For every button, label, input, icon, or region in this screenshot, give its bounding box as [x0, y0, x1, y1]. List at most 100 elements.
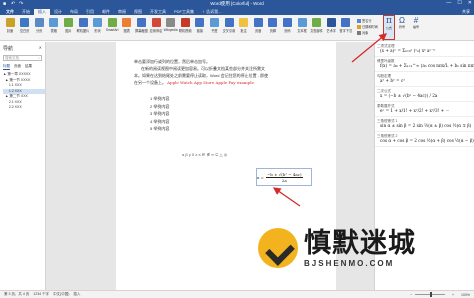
quadratic-formula-box[interactable]: x = −b ± √(b² − 4ac) 2a: [256, 168, 312, 186]
equation-item[interactable]: (x + a)ⁿ = Σₖ₌₀ⁿ (ⁿₖ) xᵏ aⁿ⁻ᵏ: [375, 47, 474, 57]
equation-item[interactable]: eˣ = 1 + x/1! + x²/2! + x³/3! + ⋯: [375, 107, 474, 117]
ribbon-button-18[interactable]: 页脚: [266, 18, 280, 33]
ribbon-button-12[interactable]: 联机视频: [178, 18, 192, 33]
ribbon-button-icon: [122, 18, 132, 27]
ribbon-button-icon: [268, 18, 278, 27]
ribbon-button-icon: [5, 18, 15, 27]
navigation-pane: 导航 ✕ 搜索文档 ⌕ 标题 页面 结果 ▲ 第一章 XXXXX ▲ 第一节 X…: [0, 42, 46, 290]
ribbon-button-icon: [78, 18, 88, 27]
ribbon-button-19[interactable]: 页码: [280, 18, 294, 33]
object-button[interactable]: 对象: [357, 30, 368, 35]
equation-item[interactable]: a² + b² = c²: [375, 77, 474, 87]
ribbon-button-16[interactable]: 批注: [237, 18, 251, 33]
ribbon-button-label: 图表: [123, 29, 130, 33]
title-bar: ■ ↶ ↷ Word使用 [Colorful] - Word — ☐ ✕: [0, 0, 474, 8]
signature-line-button[interactable]: 签名行: [357, 18, 372, 23]
ribbon-button-icon: [166, 18, 176, 27]
ribbon-button-15[interactable]: 交叉引用: [222, 18, 236, 33]
ribbon-button-17[interactable]: 页眉: [251, 18, 265, 33]
ribbon-button-label: 页眉: [255, 29, 262, 33]
ribbon-button-21[interactable]: 文档部件: [310, 18, 324, 33]
ribbon-button-icon: [326, 18, 336, 27]
ribbon-button-14[interactable]: 书签: [207, 18, 221, 33]
pi-icon: π: [386, 16, 392, 26]
ribbon-button-13[interactable]: 链接: [193, 18, 207, 33]
ribbon-button-icon: [107, 18, 117, 27]
nav-tab-results[interactable]: 结果: [25, 64, 32, 70]
zoom-out-icon[interactable]: −: [410, 293, 412, 297]
ribbon-button-icon: [34, 18, 44, 27]
nav-tree-item[interactable]: 2.2 XXX: [3, 105, 45, 111]
zoom-slider[interactable]: [415, 292, 445, 297]
signature-icon: [357, 18, 361, 23]
equation-item[interactable]: x = (−b ± √(b² − 4ac)) / 2a: [375, 92, 474, 102]
date-time-button[interactable]: 日期和时间: [357, 24, 378, 29]
symbol-button[interactable]: Ω 符号: [396, 16, 408, 39]
status-lang[interactable]: 中文(中国): [53, 292, 69, 297]
ribbon-button-7[interactable]: SmartArt: [105, 18, 119, 32]
ribbon-button-6[interactable]: 形状: [91, 18, 105, 33]
ribbon-button-11[interactable]: Wikipedia: [164, 18, 178, 32]
formula-lhs: x =: [257, 174, 264, 180]
ribbon-button-9[interactable]: 屏幕截图: [134, 18, 148, 33]
ribbon-button-icon: [209, 18, 219, 27]
search-icon[interactable]: ⌕: [38, 56, 40, 60]
ribbon-button-22[interactable]: 艺术字: [324, 18, 338, 33]
numbering-icon: #: [413, 16, 419, 25]
ribbon-button-1[interactable]: 空白页: [18, 18, 32, 33]
doc-list-item: 4 举例内容: [150, 118, 170, 124]
equation-item[interactable]: sin α ± sin β = 2 sin ½(α ± β) cos ½(α ∓…: [375, 122, 474, 132]
doc-line-2: 在新的阅读视图中阅读更加容易。可以折叠文档某些部分并关注所需文: [141, 66, 265, 71]
ribbon-button-icon: [224, 18, 234, 27]
ribbon-button-3[interactable]: 表格: [47, 18, 61, 33]
status-words[interactable]: 1234 个字: [33, 292, 49, 297]
ribbon-button-4[interactable]: 图片: [61, 18, 75, 33]
ribbon-button-label: 图片: [65, 29, 72, 33]
ribbon-button-23[interactable]: 首字下沉: [339, 18, 353, 33]
ribbon-button-label: 分页: [36, 29, 43, 33]
nav-search-input[interactable]: 搜索文档 ⌕: [3, 55, 42, 61]
maximize-button[interactable]: ☐: [457, 0, 461, 6]
math-symbols-line: α β γ δ ≥ ≤ ∈ ∉ ∞ ⊆ △ ◎: [182, 152, 228, 157]
zoom-in-icon[interactable]: +: [452, 293, 454, 297]
ribbon-button-10[interactable]: 应用商店: [149, 18, 163, 33]
ribbon-button-2[interactable]: 分页: [32, 18, 46, 33]
red-words: Apple Watch App Store Apple Pay example: [167, 80, 254, 85]
ribbon-button-8[interactable]: 图表: [120, 18, 134, 33]
window-controls: — ☐ ✕: [446, 0, 472, 6]
ribbon-tabs: 文件 开始 插入 设计 布局 引用 邮件 审阅 视图 开发工具 PDF工具集 ♀ 告诉我... 共享: [0, 8, 474, 15]
status-page[interactable]: 第 3 页，共 4 页: [4, 292, 29, 297]
ribbon-button-label: 文本框: [297, 29, 307, 33]
nav-tab-pages[interactable]: 页面: [14, 64, 21, 70]
ribbon-button-icon: [180, 18, 190, 27]
ribbon-button-0[interactable]: 封面: [3, 18, 17, 33]
ribbon-button-label: 表格: [50, 29, 57, 33]
ribbon-button-20[interactable]: 文本框: [295, 18, 309, 33]
watermark-url: BJSHENMO.COM: [304, 258, 395, 268]
ribbon-button-icon: [312, 18, 322, 27]
numbering-button[interactable]: # 编号: [410, 16, 422, 39]
doc-list-item: 3 举例内容: [150, 111, 170, 116]
watermark-logo-icon: [258, 228, 298, 268]
equation-item[interactable]: f(x) = a₀ + Σₙ₌₁^∞ (aₙ cos nπx/L + bₙ si…: [375, 62, 474, 72]
nav-close-icon[interactable]: ✕: [39, 45, 42, 50]
ribbon-button-icon: [282, 18, 292, 27]
ribbon-button-label: 艺术字: [326, 29, 336, 33]
zoom-level[interactable]: 100%: [461, 293, 470, 297]
ribbon-button-5[interactable]: 联机图片: [76, 18, 90, 33]
status-mode[interactable]: 插入: [73, 292, 80, 297]
ribbon-button-label: 页码: [284, 29, 291, 33]
window-title: Word使用 [Colorful] - Word: [210, 1, 264, 6]
ribbon-button-label: 封面: [6, 29, 14, 33]
ribbon-button-icon: [239, 18, 249, 27]
close-button[interactable]: ✕: [468, 0, 472, 6]
ribbon-button-icon: [151, 18, 161, 27]
omega-icon: Ω: [399, 16, 405, 25]
doc-line-1: 单击要添加行或列的位置，然后单击加号。: [134, 59, 210, 64]
ribbon-button-icon: [63, 18, 73, 27]
minimize-button[interactable]: —: [446, 0, 451, 6]
equation-button[interactable]: π 公式: [383, 15, 395, 40]
ribbon-button-label: 空白页: [19, 29, 30, 33]
equation-item[interactable]: cos α + cos β = 2 cos ½(α + β) cos ½(α −…: [375, 137, 474, 147]
nav-tab-headings[interactable]: 标题: [3, 64, 10, 70]
